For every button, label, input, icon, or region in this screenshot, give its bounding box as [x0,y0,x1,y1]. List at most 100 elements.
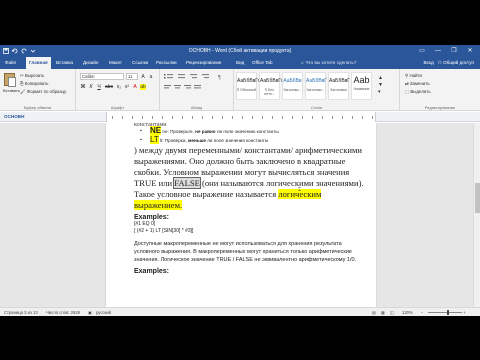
style-title[interactable]: Aab Название [351,72,372,100]
document-area: константами NE ne: Проверьте, не равно л… [0,123,480,307]
select-button[interactable]: ⬚ Выделить [405,89,431,95]
grow-font-icon[interactable]: A [140,74,146,80]
font-color-icon[interactable]: A [132,84,138,90]
copy-button[interactable]: ⎘ Копировать [20,81,48,86]
ruler-tick [322,116,323,119]
sign-in-link[interactable]: Вход [423,60,433,65]
ruler-tick [212,116,213,119]
ruler-tick [282,116,283,119]
paste-button[interactable]: Вставить [3,72,20,93]
styles-group: АаБбВвГг ¶ Обычный АаБбВвГг ¶ Без инте..… [234,69,400,111]
ruler-tick [332,116,333,119]
styles-scroll-icon[interactable]: ▲ ▼ ▾ [378,75,383,96]
ruler-tick [252,116,253,119]
tab-office-tab[interactable]: Office Tab [252,57,273,69]
zoom-in-icon[interactable]: + [463,310,465,315]
scrollbar-thumb[interactable] [475,183,480,213]
share-button[interactable]: Общий доступ [443,60,474,65]
find-button[interactable]: ⚲ Найти [405,73,422,79]
word-window: ОСНОВН - Word (Сбой активации продукта) … [0,45,480,316]
language-indicator[interactable]: русский [96,310,111,315]
proofing-icon[interactable]: ▣ [88,310,92,315]
paragraph-macro-variables: Доступные макропеременные не могут испол… [134,241,357,263]
style-heading[interactable]: АаБбВвГ Заголовок [328,72,350,100]
ribbon-tabs: Файл Главная Вставка Дизайн Макет Ссылки… [0,57,480,69]
underline-button[interactable]: Ч [96,84,102,90]
tab-file[interactable]: Файл [5,57,16,69]
ruler-tick [162,116,163,119]
document-page[interactable]: константами NE ne: Проверьте, не равно л… [106,123,376,307]
clipboard-group-label: Буфер обмена [23,105,52,110]
zoom-out-icon[interactable]: − [421,310,423,315]
ribbon-options-icon[interactable]: ▭ [414,45,430,57]
format-painter-button[interactable]: 🖌 Формат по образцу [20,89,66,95]
bold-button[interactable]: Ж [80,84,86,90]
document-nav-bar: ОСНОВН [0,112,480,122]
maximize-button[interactable]: ❐ [446,45,462,57]
subscript-button[interactable]: x₂ [116,84,122,90]
tab-review[interactable]: Рецензирование [186,57,221,69]
ruler-tick [312,116,313,119]
tab-design[interactable]: Дизайн [83,57,98,69]
tell-me-box[interactable]: ☼ Что вы хотите сделать? [300,57,356,69]
font-size-select[interactable]: 11 [126,73,138,80]
examples-heading-1: Examples: [134,214,170,221]
cut-button[interactable]: ✂ Вырезать [20,73,44,79]
ruler-tick [342,116,343,119]
ruler-tick [272,116,273,119]
font-group: Calibri 11 A a Ж К Ч abc x₂ x² A ab Шриф… [76,69,160,111]
tab-insert[interactable]: Вставка [56,57,73,69]
ruler-tick [362,116,363,119]
word-count[interactable]: Число слов: 2629 [46,310,80,315]
examples-heading-2: Examples: [134,268,170,275]
vertical-scrollbar[interactable] [473,123,480,307]
zoom-level[interactable]: 120% [402,310,413,315]
ruler-tick [142,116,143,119]
read-mode-icon[interactable]: ▤ [372,310,376,315]
window-controls: ▭ — ❐ ✕ [414,45,478,57]
page-count[interactable]: Страница 3 из 13 [4,310,38,315]
style-heading-1[interactable]: АаБбВв Заголово... [282,72,303,100]
italic-button[interactable]: К [88,84,94,90]
tab-mailings[interactable]: Рассылки [156,57,177,69]
paragraph-group-label: Абзац [190,105,203,110]
font-family-select[interactable]: Calibri [80,73,124,80]
tab-view[interactable]: Вид [236,57,244,69]
svg-text:¶: ¶ [218,75,221,81]
document-tab[interactable]: ОСНОВН [4,114,24,119]
ruler-tick [302,116,303,119]
document-body[interactable]: константами NE ne: Проверьте, не равно л… [134,123,366,275]
code-example-1: [#1 EQ 0] [134,221,156,227]
text-cursor-icon: ⌶ [298,187,302,193]
style-no-spacing[interactable]: АаБбВвГг ¶ Без инте... [259,72,283,100]
strikethrough-button[interactable]: abc [104,84,114,90]
superscript-button[interactable]: x² [124,84,130,90]
print-layout-icon[interactable]: ▦ [381,310,385,315]
tab-references[interactable]: Ссылки [132,57,148,69]
highlight-icon[interactable]: ab [140,84,146,90]
style-normal[interactable]: АаБбВвГг ¶ Обычный [236,72,260,100]
code-example-2: [ (#2 + 1) LT [SIN[30] * #3]] [134,228,194,234]
tab-layout[interactable]: Макет [109,57,122,69]
replace-button[interactable]: ⇄ Заменить [405,81,430,87]
style-heading-2[interactable]: АаБбВвГ Заголово... [305,72,327,100]
close-button[interactable]: ✕ [462,45,478,57]
editing-group-label: Редактирование [424,105,456,110]
tab-home[interactable]: Главная [26,57,51,69]
horizontal-ruler[interactable] [106,112,376,122]
minimize-button[interactable]: — [430,45,446,57]
status-bar: Страница 3 из 13 Число слов: 2629 ▣ русс… [0,307,480,316]
ruler-tick [232,116,233,119]
ruler-tick [192,116,193,119]
account-area: Вход ⚇ Общий доступ [423,57,474,69]
ruler-tick [172,116,173,119]
zoom-slider-knob[interactable] [447,310,449,315]
ruler-tick [152,116,153,119]
paragraph-tools-icon[interactable]: ¶ [164,73,230,93]
shrink-font-icon[interactable]: a [148,74,154,80]
ruler-tick [202,116,203,119]
bullet-ne: NE ne: Проверьте, не равно ли поле значе… [134,126,366,136]
web-layout-icon[interactable]: ◫ [390,310,394,315]
ruler-tick [372,116,373,119]
zoom-slider[interactable] [428,310,462,315]
